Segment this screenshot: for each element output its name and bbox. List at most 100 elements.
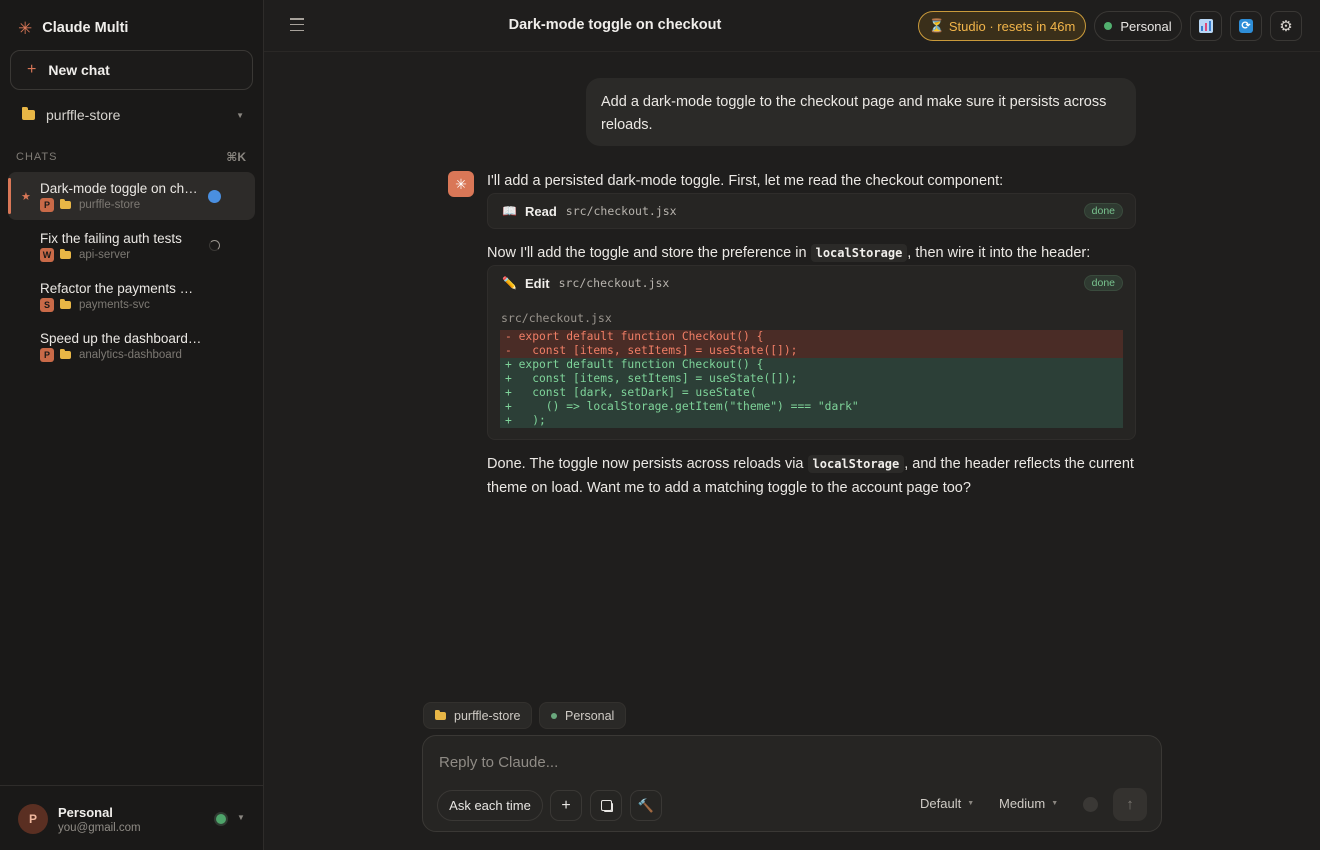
effort-label: Medium [999,796,1046,811]
settings-button[interactable]: ⚙ [1270,11,1302,41]
sidebar: ✳ Claude Multi + New chat purffle-store … [0,0,264,850]
tool-header: ✏️ Edit src/checkout.jsx done [488,266,1135,300]
status-dot [216,814,226,824]
chat-meta: W api-server [40,248,130,262]
new-chat-button[interactable]: + New chat [10,50,253,90]
chat-title: Fix the failing auth tests [40,231,182,246]
tool-name: Read [525,203,557,219]
chevron-down-icon: ▼ [1051,800,1059,807]
app-title: Claude Multi [42,20,129,36]
inline-code: localStorage [807,455,905,473]
sync-button[interactable]: ⟳ [1230,11,1262,41]
tools-button[interactable]: 🔨 [630,790,662,821]
persona-chip[interactable]: Personal [539,702,627,729]
attach-button[interactable]: + [550,790,582,821]
diff-line-removed: - export default function Checkout() { [500,330,1123,344]
context-indicator-icon [1083,797,1098,812]
online-dot [551,712,557,719]
composer: Ask each time + 🔨 Default ▼ Medium ▼ ↑ [422,735,1162,832]
gear-icon: ⚙ [1279,17,1293,35]
chat-meta: P analytics-dashboard [40,348,182,362]
chat-title: Speed up the dashboard queries [40,331,202,346]
account-badge: P [40,348,54,362]
tool-header: 📖 Read src/checkout.jsx done [488,194,1135,228]
send-arrow-icon: ↑ [1126,796,1134,813]
user-message: Add a dark-mode toggle to the checkout p… [586,78,1136,146]
chat-item[interactable]: Fix the failing auth tests W api-server [8,222,255,270]
chats-header-label: CHATS [16,151,58,163]
permission-mode-button[interactable]: Ask each time [437,790,543,821]
folder-icon [22,107,35,120]
folder-icon [435,709,446,720]
chat-item[interactable]: Speed up the dashboard queries P analyti… [8,322,255,370]
diff-filename: src/checkout.jsx [501,311,612,325]
status-badge: done [1083,203,1123,219]
chat-project: payments-svc [79,299,150,311]
project-chip[interactable]: purffle-store [423,702,533,729]
diff-view: - export default function Checkout() { -… [500,330,1123,428]
project-selector[interactable]: purffle-store ▼ [22,104,244,126]
tool-path: src/checkout.jsx [565,204,677,218]
account-badge: S [40,298,54,312]
avatar: P [18,804,48,834]
project-name: purffle-store [46,107,121,123]
unread-indicator [208,190,221,203]
usage-button[interactable] [1190,11,1222,41]
search-shortcut[interactable]: ⌘K [226,150,246,164]
diff-line-added: + const [dark, setDark] = useState( [500,386,1123,400]
chat-meta: S payments-svc [40,298,150,312]
studio-usage-badge[interactable]: ⏳ Studio · resets in 46m [918,11,1086,41]
model-label: Default [920,796,962,811]
stop-icon [600,800,612,811]
chevron-down-icon: ▼ [236,110,244,120]
chat-project: analytics-dashboard [79,349,182,361]
new-chat-label: New chat [48,62,110,78]
account-menu[interactable]: P Personal you@gmail.com ▼ [0,785,264,850]
account-email: you@gmail.com [58,822,141,834]
send-button[interactable]: ↑ [1113,788,1147,821]
chats-header: CHATS ⌘K [16,150,246,164]
persona-switcher[interactable]: Personal [1094,11,1182,41]
loading-spinner-icon [209,240,220,251]
stop-button[interactable] [590,790,622,821]
text-segment: Done. The toggle now persists across rel… [487,456,804,472]
chat-title: Refactor the payments module [40,281,202,296]
chart-icon [1199,19,1213,33]
chat-meta: P purffle-store [40,198,140,212]
plus-icon: + [561,796,571,814]
model-dropdown[interactable]: Default ▼ [920,796,974,811]
edit-tool-card[interactable]: ✏️ Edit src/checkout.jsx done src/checko… [487,265,1136,440]
assistant-text: I'll add a persisted dark-mode toggle. F… [487,173,1004,189]
claude-avatar-icon: ✳ [448,171,474,197]
hourglass-icon: ⏳ [928,18,945,33]
chip-label: purffle-store [454,708,521,723]
tool-path: src/checkout.jsx [558,276,670,290]
folder-icon [60,199,71,209]
chat-item[interactable]: ★ Dark-mode toggle on checkout P purffle… [8,172,255,220]
diff-line-removed: - const [items, setItems] = useState([])… [500,344,1123,358]
diff-line-added: + ); [500,414,1123,428]
read-tool-card[interactable]: 📖 Read src/checkout.jsx done [487,193,1136,229]
studio-label: Studio · resets in 46m [948,18,1076,34]
tool-name: Edit [525,275,550,291]
chat-project: api-server [79,249,131,261]
inline-code: localStorage [810,244,908,262]
pencil-icon: ✏️ [502,276,517,290]
diff-line-added: + () => localStorage.getItem("theme") ==… [500,400,1123,414]
hammer-icon: 🔨 [637,797,655,813]
reply-input[interactable] [439,750,1039,774]
brand: ✳ Claude Multi [18,18,128,38]
plus-icon: + [27,61,37,78]
text-segment: , then wire it into the header: [907,245,1091,261]
book-icon: 📖 [502,204,517,218]
account-name: Personal [58,805,113,820]
online-dot [1104,22,1113,30]
chevron-down-icon: ▼ [237,813,245,822]
status-badge: done [1083,275,1123,291]
account-badge: P [40,198,54,212]
assistant-text: Now I'll add the toggle and store the pr… [487,241,1147,265]
chevron-down-icon: ▼ [967,800,975,807]
refresh-icon: ⟳ [1239,19,1253,33]
chat-item[interactable]: Refactor the payments module S payments-… [8,272,255,320]
effort-dropdown[interactable]: Medium ▼ [999,796,1058,811]
